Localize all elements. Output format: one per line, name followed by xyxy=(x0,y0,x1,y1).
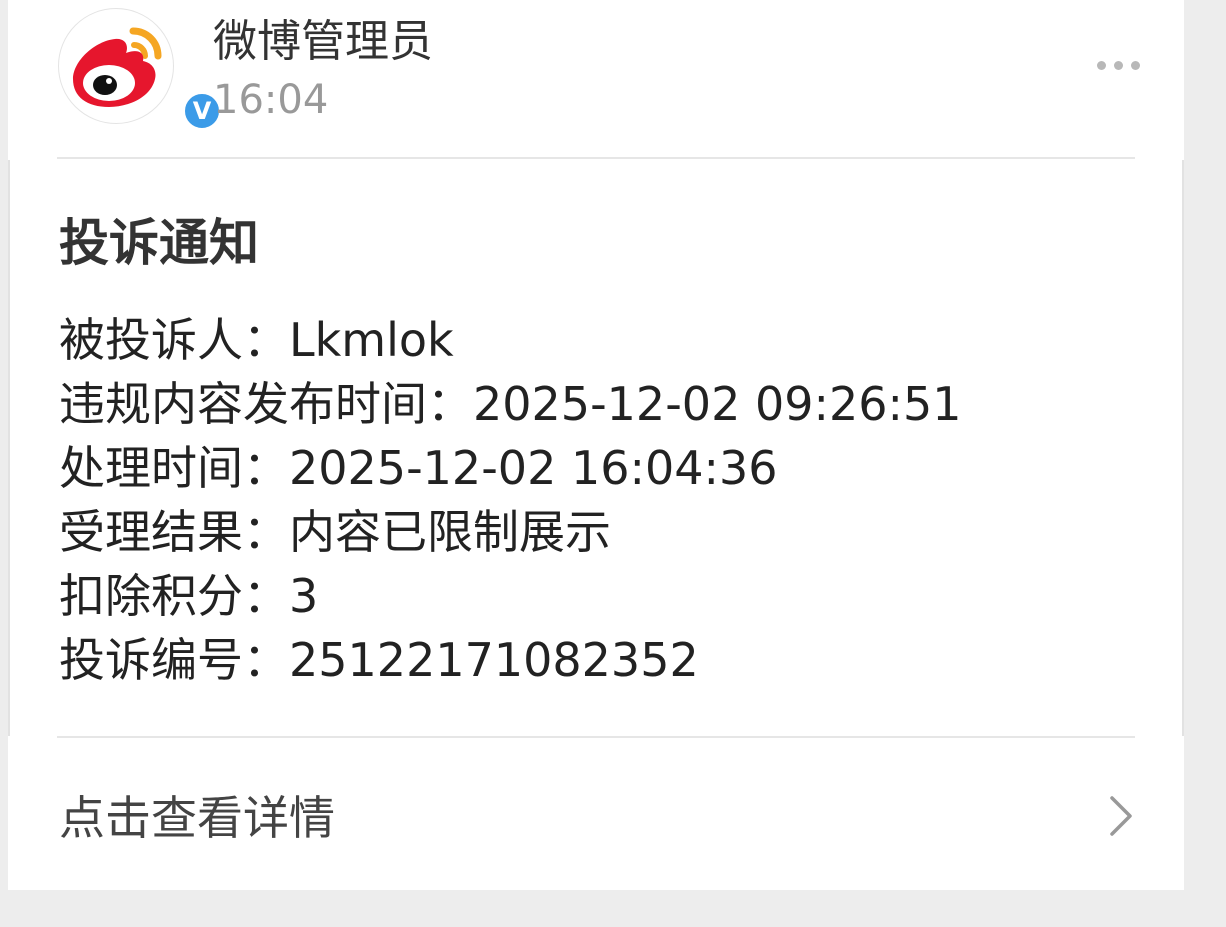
notice-fields: 被投诉人：Lkmlok 违规内容发布时间：2025-12-02 09:26:51… xyxy=(59,308,962,692)
field-value: 2025-12-02 16:04:36 xyxy=(289,441,778,495)
field-complained-user: 被投诉人：Lkmlok xyxy=(59,308,962,372)
view-details-link[interactable]: 点击查看详情 xyxy=(8,738,1184,890)
field-label: 受理结果： xyxy=(59,505,289,559)
message-time: 16:04 xyxy=(213,77,329,123)
field-label: 投诉编号： xyxy=(59,633,289,687)
field-value: 3 xyxy=(289,569,319,623)
chevron-right-icon xyxy=(1110,796,1132,836)
field-label: 处理时间： xyxy=(59,441,289,495)
field-complaint-id: 投诉编号：25122171082352 xyxy=(59,628,962,692)
field-value: 内容已限制展示 xyxy=(289,505,611,559)
field-value: 25122171082352 xyxy=(289,633,699,687)
field-label: 被投诉人： xyxy=(59,313,289,367)
view-details-label: 点击查看详情 xyxy=(59,791,335,845)
header-divider xyxy=(57,157,1135,159)
sender-name[interactable]: 微博管理员 xyxy=(213,14,433,70)
weibo-logo-icon xyxy=(73,27,162,107)
field-value: 2025-12-02 09:26:51 xyxy=(473,377,962,431)
avatar[interactable]: V xyxy=(58,8,222,131)
more-dots-icon[interactable] xyxy=(1084,50,1140,80)
field-value: Lkmlok xyxy=(289,313,454,367)
field-points-deducted: 扣除积分：3 xyxy=(59,564,962,628)
field-publish-time: 违规内容发布时间：2025-12-02 09:26:51 xyxy=(59,372,962,436)
field-result: 受理结果：内容已限制展示 xyxy=(59,500,962,564)
field-label: 违规内容发布时间： xyxy=(59,377,473,431)
field-process-time: 处理时间：2025-12-02 16:04:36 xyxy=(59,436,962,500)
notice-title: 投诉通知 xyxy=(59,214,259,272)
message-card: V 微博管理员 16:04 投诉通知 被投诉人：Lkmlok 违规内容发布时间：… xyxy=(8,0,1184,890)
field-label: 扣除积分： xyxy=(59,569,289,623)
message-header: V 微博管理员 16:04 xyxy=(8,0,1184,158)
